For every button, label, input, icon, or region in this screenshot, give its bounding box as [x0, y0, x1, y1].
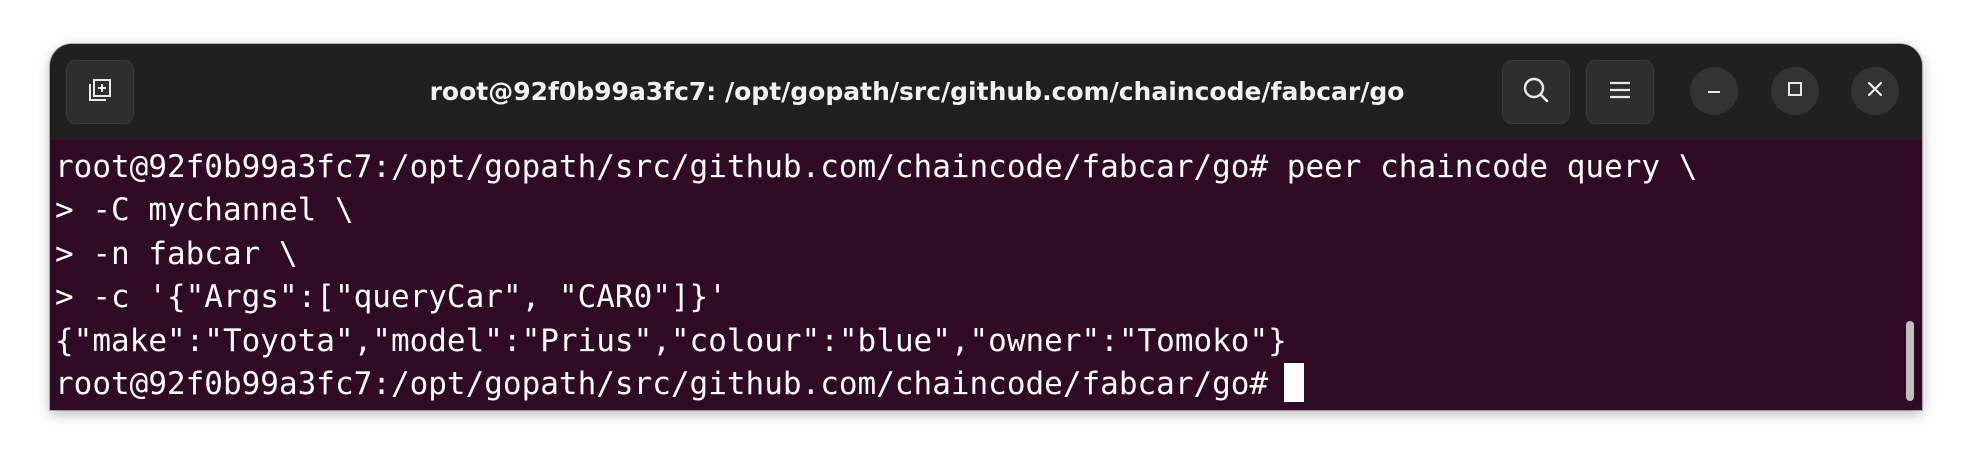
- terminal-line: {"make":"Toyota","model":"Prius","colour…: [55, 322, 1287, 359]
- terminal-window: root@92f0b99a3fc7: /opt/gopath/src/githu…: [50, 44, 1922, 410]
- new-tab-icon: [86, 76, 114, 109]
- title-bar[interactable]: root@92f0b99a3fc7: /opt/gopath/src/githu…: [50, 44, 1922, 140]
- minimize-button[interactable]: [1690, 67, 1738, 115]
- window-title: root@92f0b99a3fc7: /opt/gopath/src/githu…: [429, 77, 1405, 106]
- terminal-line: root@92f0b99a3fc7:/opt/gopath/src/github…: [55, 149, 1698, 185]
- hamburger-menu-icon: [1607, 79, 1633, 106]
- text-cursor: [1284, 362, 1305, 402]
- maximize-icon: [1786, 80, 1804, 103]
- menu-button[interactable]: [1586, 60, 1654, 124]
- search-icon: [1521, 75, 1551, 110]
- shell-prompt: root@92f0b99a3fc7:/opt/gopath/src/github…: [55, 365, 1269, 402]
- new-tab-button[interactable]: [66, 60, 134, 124]
- close-button[interactable]: [1851, 67, 1899, 115]
- close-icon: [1866, 80, 1884, 103]
- terminal-line: > -C mychannel \: [55, 192, 354, 229]
- prompt-line: root@92f0b99a3fc7:/opt/gopath/src/github…: [55, 362, 1922, 406]
- terminal-line: > -c '{"Args":["queryCar", "CAR0"]}': [55, 279, 727, 316]
- maximize-button[interactable]: [1771, 67, 1819, 115]
- search-button[interactable]: [1502, 60, 1570, 124]
- terminal-line: > -n fabcar \: [55, 235, 298, 272]
- scrollbar-thumb[interactable]: [1906, 321, 1914, 401]
- minimize-icon: [1705, 80, 1723, 103]
- terminal-output[interactable]: root@92f0b99a3fc7:/opt/gopath/src/github…: [50, 140, 1922, 410]
